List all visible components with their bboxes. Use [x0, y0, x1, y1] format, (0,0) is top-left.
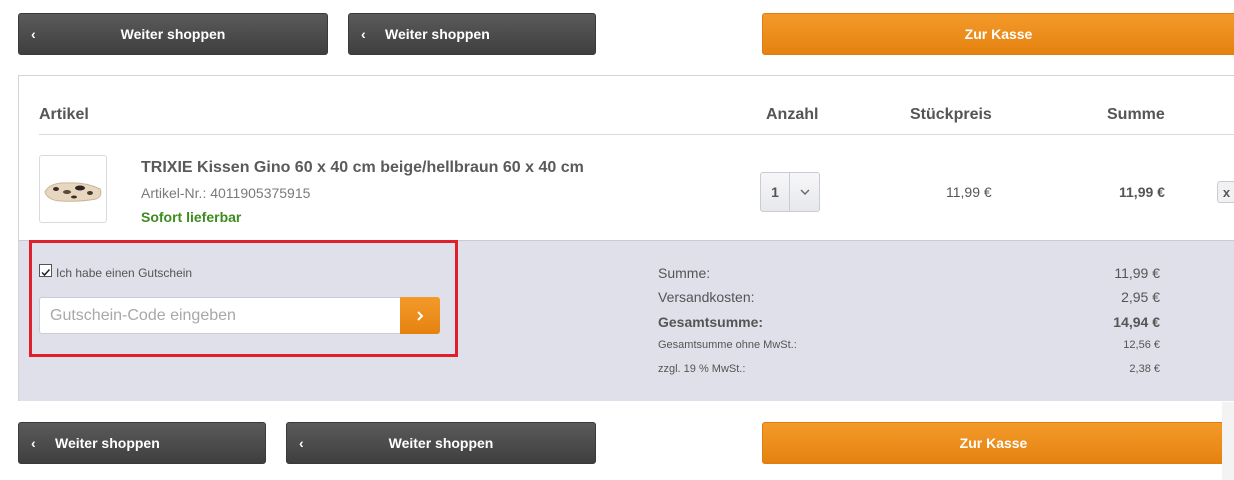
totals-label-grand-total: Gesamtsumme: — [658, 314, 764, 330]
chevron-left-icon: ‹ — [31, 435, 36, 451]
header-divider — [39, 134, 1234, 135]
checkout-label: Zur Kasse — [959, 435, 1028, 451]
voucher-checkbox[interactable] — [39, 264, 52, 277]
availability-status: Sofort lieferbar — [141, 209, 242, 225]
chevron-right-icon — [417, 310, 424, 321]
quantity-select[interactable]: 1 — [760, 172, 820, 212]
totals-value-net: 12,56 € — [1123, 339, 1160, 351]
continue-shopping-label: Weiter shoppen — [55, 435, 160, 451]
unit-price-value: 11,99 € — [946, 184, 992, 200]
header-total: Summe — [1107, 106, 1165, 123]
checkout-button-top[interactable]: Zur Kasse — [762, 13, 1234, 55]
continue-shopping-button-bottom-1[interactable]: ‹ Weiter shoppen — [18, 422, 266, 464]
continue-shopping-button-top-1[interactable]: ‹ Weiter shoppen — [18, 13, 328, 55]
continue-shopping-label: Weiter shoppen — [385, 26, 490, 42]
line-total-value: 11,99 € — [1119, 184, 1165, 200]
voucher-checkbox-label[interactable]: Ich habe einen Gutschein — [56, 266, 192, 280]
header-quantity: Anzahl — [766, 106, 819, 123]
product-name[interactable]: TRIXIE Kissen Gino 60 x 40 cm beige/hell… — [141, 159, 584, 177]
continue-shopping-label: Weiter shoppen — [388, 435, 494, 451]
checkout-button-bottom[interactable]: Zur Kasse — [762, 422, 1224, 464]
totals-label-subtotal: Summe: — [658, 265, 711, 281]
chevron-left-icon: ‹ — [361, 26, 366, 42]
checkmark-icon — [41, 268, 51, 277]
voucher-code-input[interactable] — [39, 297, 401, 334]
header-article: Artikel — [39, 106, 89, 123]
product-image[interactable] — [39, 155, 107, 223]
totals-label-vat: zzgl. 19 % MwSt.: — [658, 363, 746, 375]
close-icon: x — [1222, 184, 1231, 200]
checkout-label: Zur Kasse — [964, 26, 1033, 42]
continue-shopping-label: Weiter shoppen — [120, 26, 226, 42]
totals-value-shipping: 2,95 € — [1121, 289, 1160, 305]
continue-shopping-button-bottom-2[interactable]: ‹ Weiter shoppen — [286, 422, 596, 464]
quantity-value: 1 — [761, 173, 790, 211]
cushion-image-icon — [44, 182, 102, 202]
continue-shopping-button-top-2[interactable]: ‹ Weiter shoppen — [348, 13, 596, 55]
page-edge-shadow — [1222, 402, 1234, 480]
header-unit-price: Stückpreis — [910, 106, 992, 123]
chevron-left-icon: ‹ — [299, 435, 304, 451]
totals-value-subtotal: 11,99 € — [1114, 265, 1160, 281]
remove-item-button[interactable]: x — [1217, 181, 1234, 203]
totals-value-grand-total: 14,94 € — [1113, 314, 1160, 330]
chevron-down-icon — [790, 173, 819, 211]
chevron-left-icon: ‹ — [31, 26, 36, 42]
totals-label-net: Gesamtsumme ohne MwSt.: — [658, 339, 797, 351]
totals-label-shipping: Versandkosten: — [658, 289, 755, 305]
article-number: Artikel-Nr.: 4011905375915 — [141, 185, 311, 201]
voucher-submit-button[interactable] — [400, 297, 440, 334]
totals-value-vat: 2,38 € — [1129, 363, 1160, 375]
